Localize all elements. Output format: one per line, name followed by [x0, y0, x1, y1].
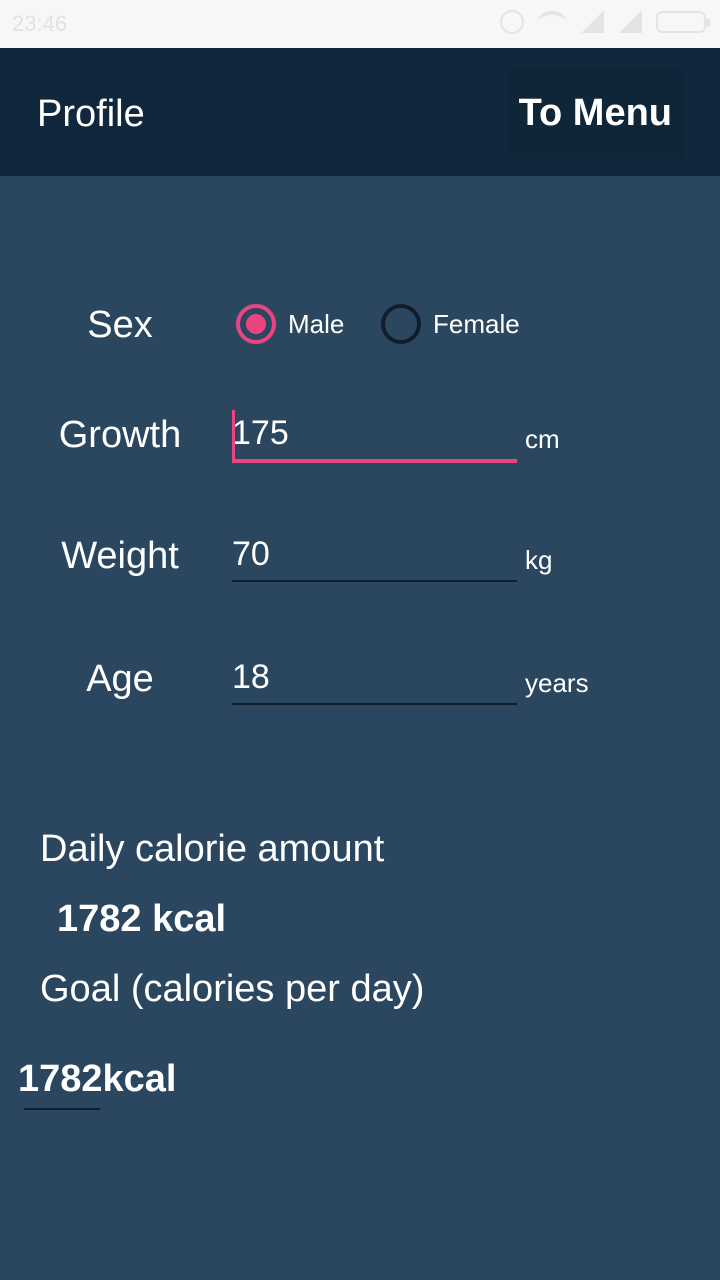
signal-icon — [618, 11, 642, 33]
age-value[interactable]: 18 — [232, 658, 270, 696]
age-row: Age 18 years — [0, 658, 720, 718]
sex-label: Sex — [87, 304, 153, 346]
weight-row: Weight 70 kg — [0, 535, 720, 595]
daily-calorie-value: 1782 kcal — [57, 898, 227, 940]
age-label: Age — [86, 658, 154, 700]
growth-field[interactable]: 175 — [232, 410, 517, 463]
weight-field[interactable]: 70 — [232, 535, 517, 582]
weight-label: Weight — [61, 535, 179, 577]
goal-underline — [24, 1108, 100, 1110]
age-unit: years — [525, 668, 589, 698]
battery-icon — [656, 11, 710, 33]
sex-row: Sex Male Female — [0, 300, 720, 360]
text-cursor — [232, 410, 235, 460]
radio-female[interactable]: Female — [381, 304, 520, 344]
growth-value[interactable]: 175 — [232, 414, 289, 452]
radio-unchecked-icon[interactable] — [381, 304, 421, 344]
radio-checked-icon[interactable] — [236, 304, 276, 344]
status-bar: 23:46 — [0, 0, 720, 48]
weight-value[interactable]: 70 — [232, 535, 270, 573]
status-icons — [500, 10, 710, 34]
growth-unit: cm — [525, 424, 560, 454]
wifi-icon — [538, 11, 566, 33]
growth-label: Growth — [58, 414, 182, 456]
app-bar: Profile To Menu — [0, 48, 720, 176]
age-field[interactable]: 18 — [232, 658, 517, 705]
status-time: 23:46 — [12, 11, 68, 36]
weight-unit: kg — [525, 545, 553, 575]
alarm-icon — [500, 10, 524, 34]
to-menu-button[interactable]: To Menu — [506, 68, 684, 158]
signal-icon — [580, 11, 604, 33]
radio-male[interactable]: Male — [236, 304, 344, 344]
growth-row: Growth 175 cm — [0, 410, 720, 470]
goal-title: Goal (calories per day) — [40, 968, 425, 1010]
radio-female-label: Female — [433, 308, 520, 339]
page-title: Profile — [37, 93, 145, 135]
radio-male-label: Male — [288, 308, 345, 339]
daily-calorie-title: Daily calorie amount — [40, 828, 385, 870]
goal-value[interactable]: 1782kcal — [18, 1058, 177, 1101]
